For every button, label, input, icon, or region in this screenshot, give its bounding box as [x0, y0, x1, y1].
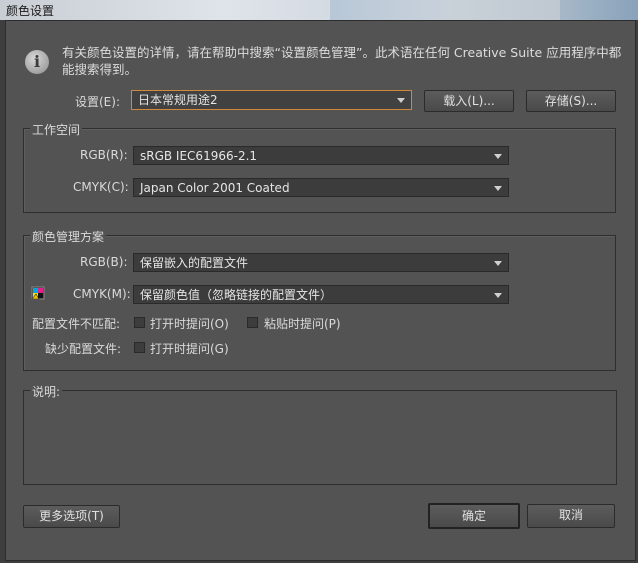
chevron-down-icon — [494, 261, 502, 266]
ok-button[interactable]: 确定 — [428, 503, 520, 529]
settings-label: 设置(E): — [75, 95, 120, 109]
missing-label: 缺少配置文件: — [45, 342, 122, 356]
more-options-button[interactable]: 更多选项(T) — [23, 505, 120, 528]
missing-open-label: 打开时提问(G) — [150, 342, 229, 356]
load-button[interactable]: 载入(L)... — [424, 90, 514, 112]
cmyk-warning-icon — [31, 286, 45, 300]
policies-rgb-dropdown[interactable]: 保留嵌入的配置文件 — [133, 253, 509, 272]
chevron-down-icon — [397, 98, 405, 103]
mismatch-open-label: 打开时提问(O) — [150, 317, 229, 331]
workspace-cmyk-dropdown[interactable]: Japan Color 2001 Coated — [133, 178, 509, 197]
workspace-rgb-dropdown[interactable]: sRGB IEC61966-2.1 — [133, 146, 509, 165]
policies-cmyk-label: CMYK(M): — [73, 287, 131, 301]
missing-open-checkbox[interactable] — [134, 342, 145, 353]
chevron-down-icon — [494, 293, 502, 298]
mismatch-label: 配置文件不匹配: — [32, 317, 121, 331]
workspace-rgb-value: sRGB IEC61966-2.1 — [140, 149, 258, 163]
policies-cmyk-value: 保留颜色值（忽略链接的配置文件） — [140, 288, 333, 302]
settings-dropdown[interactable]: 日本常规用途2 — [131, 90, 412, 110]
policies-rgb-value: 保留嵌入的配置文件 — [140, 256, 249, 270]
settings-value: 日本常规用途2 — [138, 93, 218, 107]
policies-title: 颜色管理方案 — [30, 228, 107, 245]
policies-cmyk-dropdown[interactable]: 保留颜色值（忽略链接的配置文件） — [133, 285, 509, 304]
workspace-cmyk-value: Japan Color 2001 Coated — [140, 181, 290, 195]
info-text: 有关颜色设置的详情，请在帮助中搜索“设置颜色管理”。此术语在任何 Creativ… — [62, 45, 622, 77]
mismatch-paste-label: 粘贴时提问(P) — [264, 317, 341, 331]
description-content — [26, 395, 614, 481]
chevron-down-icon — [494, 154, 502, 159]
mismatch-open-checkbox[interactable] — [134, 317, 145, 328]
workspace-title: 工作空间 — [30, 121, 83, 138]
workspace-rgb-label: RGB(R): — [80, 148, 128, 162]
mismatch-paste-checkbox[interactable] — [247, 317, 258, 328]
cancel-button[interactable]: 取消 — [527, 504, 615, 528]
workspace-group — [23, 128, 616, 213]
chevron-down-icon — [494, 186, 502, 191]
titlebar-backdrop — [560, 0, 638, 20]
title-bar: 颜色设置 — [0, 0, 638, 20]
info-icon: i — [25, 50, 49, 74]
save-button[interactable]: 存储(S)... — [526, 90, 616, 112]
window-title: 颜色设置 — [6, 4, 55, 18]
titlebar-backdrop — [330, 0, 450, 20]
policies-rgb-label: RGB(B): — [80, 255, 128, 269]
workspace-cmyk-label: CMYK(C): — [73, 180, 129, 194]
